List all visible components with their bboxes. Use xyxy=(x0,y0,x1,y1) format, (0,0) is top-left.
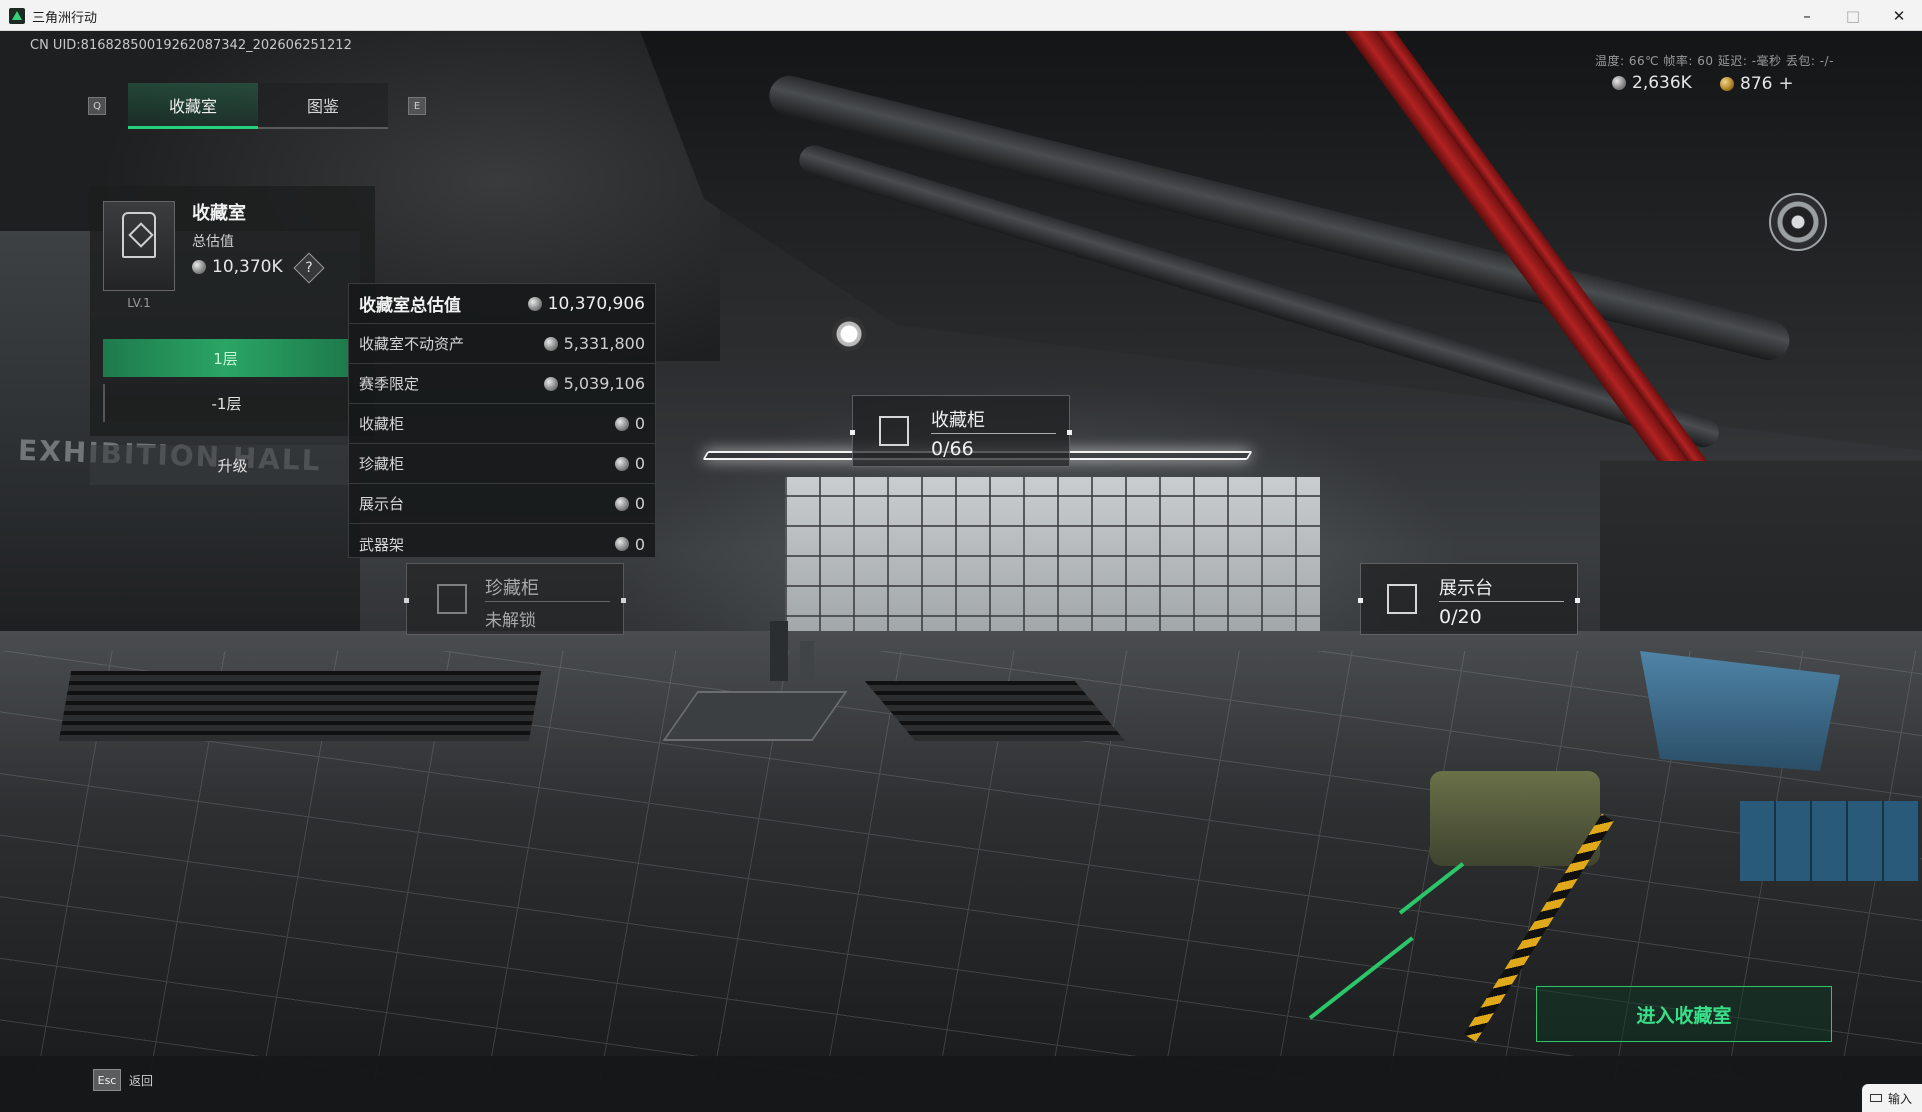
hotspot-collection-cabinet[interactable]: 收藏柜 0/66 xyxy=(850,395,1072,467)
key-hint-q: Q xyxy=(88,97,106,115)
floor-b1-button[interactable]: -1层 xyxy=(103,384,348,422)
hotspot-count: 0/20 xyxy=(1439,606,1482,628)
breakdown-label: 收藏室总估值 xyxy=(359,296,461,316)
player-uid: CN UID:8168285001926208734​2_20260625121… xyxy=(30,38,352,53)
floor-1-button[interactable]: 1层 xyxy=(103,339,348,377)
panel-subtitle: 总估值 xyxy=(192,234,234,250)
stairs xyxy=(58,671,542,741)
display-stand-icon xyxy=(1387,584,1417,614)
gold-amount: 876 xyxy=(1740,73,1773,94)
hotspot-corner xyxy=(621,598,626,603)
tab-catalog[interactable]: 图鉴 xyxy=(258,83,388,129)
breakdown-value: 0 xyxy=(634,414,645,433)
keyboard-icon xyxy=(1870,1094,1882,1102)
lockers xyxy=(1740,801,1920,881)
silver-coin-icon xyxy=(614,416,629,431)
silver-coin-icon xyxy=(527,296,542,311)
hotspot-corner xyxy=(850,430,855,435)
app-logo-icon xyxy=(9,8,25,24)
silver-currency: 2,636K xyxy=(1612,73,1692,93)
maximize-button[interactable]: □ xyxy=(1830,0,1876,31)
silver-coin-icon xyxy=(614,537,629,551)
lock-icon xyxy=(437,584,467,614)
breakdown-value: 10,370,906 xyxy=(547,293,645,314)
hotspot-corner xyxy=(1575,598,1580,603)
spotlight xyxy=(832,317,866,351)
silver-coin-icon xyxy=(1612,76,1626,90)
silver-amount: 2,636K xyxy=(1632,73,1692,93)
hotspot-corner xyxy=(1358,598,1363,603)
performance-stats: 温度: 66℃ 帧率: 60 延迟: -毫秒 丢包: -/- xyxy=(1595,54,1834,68)
silver-coin-icon xyxy=(543,376,558,391)
breakdown-row: 收藏柜 0 xyxy=(349,404,655,444)
breakdown-value: 0 xyxy=(634,534,645,554)
breakdown-row: 武器架 0 xyxy=(349,524,655,564)
hotspot-display-stand[interactable]: 展示台 0/20 xyxy=(1358,563,1580,635)
breakdown-value: 5,039,106 xyxy=(563,374,645,393)
help-icon: ? xyxy=(305,260,313,276)
cabinet-icon xyxy=(879,416,909,446)
minimize-button[interactable]: – xyxy=(1784,0,1830,31)
breakdown-label: 展示台 xyxy=(359,495,405,513)
esc-key-hint: Esc xyxy=(93,1069,121,1091)
hotspot-divider xyxy=(485,601,610,602)
silver-coin-icon xyxy=(614,456,629,471)
breakdown-value: 0 xyxy=(634,494,645,513)
total-value: 10,370K xyxy=(192,257,283,277)
hotspot-name: 收藏柜 xyxy=(931,410,985,431)
hotspot-divider xyxy=(931,433,1056,434)
silver-coin-icon xyxy=(192,260,206,274)
terminal xyxy=(800,641,814,681)
hotspot-count: 0/66 xyxy=(931,438,974,460)
breakdown-label: 赛季限定 xyxy=(359,375,420,393)
gold-currency: 876 + xyxy=(1720,73,1794,94)
breakdown-value: 5,331,800 xyxy=(563,334,645,353)
breakdown-row: 赛季限定 5,039,106 xyxy=(349,364,655,404)
bottom-bar xyxy=(0,1056,1922,1112)
key-hint-e: E xyxy=(408,97,426,115)
breakdown-row: 珍藏柜 0 xyxy=(349,444,655,484)
hotspot-divider xyxy=(1439,601,1564,602)
breakdown-row: 展示台 0 xyxy=(349,484,655,524)
silver-coin-icon xyxy=(614,496,629,511)
ime-indicator[interactable]: 输入 xyxy=(1862,1084,1922,1112)
collection-room-icon xyxy=(103,201,175,291)
total-value-amount: 10,370K xyxy=(212,257,283,277)
enter-collection-room-button[interactable]: 进入收藏室 xyxy=(1536,986,1832,1042)
close-button[interactable]: ✕ xyxy=(1876,0,1922,31)
breakdown-label: 收藏柜 xyxy=(359,415,405,433)
ime-label: 输入 xyxy=(1888,1091,1913,1106)
back-label: 返回 xyxy=(129,1073,154,1088)
gold-coin-icon xyxy=(1720,76,1734,91)
room-level: LV.1 xyxy=(127,296,151,310)
add-currency-button[interactable]: + xyxy=(1778,73,1793,94)
window-title: 三角洲行动 xyxy=(32,11,98,26)
breakdown-label: 收藏室不动资产 xyxy=(359,335,465,353)
back-button[interactable]: Esc 返回 xyxy=(93,1069,153,1091)
hotspot-name: 展示台 xyxy=(1439,578,1493,599)
breakdown-row: 收藏室总估值 10,370,906 xyxy=(349,284,655,324)
breakdown-label: 武器架 xyxy=(359,535,405,554)
hotspot-treasure-vault[interactable]: 珍藏柜 未解锁 xyxy=(404,563,626,635)
hotspot-name: 珍藏柜 xyxy=(485,578,539,599)
silver-coin-icon xyxy=(543,336,558,351)
breakdown-row: 收藏室不动资产 5,331,800 xyxy=(349,324,655,364)
player-character xyxy=(770,621,788,681)
panel-title: 收藏室 xyxy=(192,203,246,224)
tab-collection-room[interactable]: 收藏室 xyxy=(128,83,258,129)
hotspot-corner xyxy=(1067,430,1072,435)
settings-gear-icon[interactable] xyxy=(1769,193,1827,251)
hotspot-corner xyxy=(404,598,409,603)
breakdown-value: 0 xyxy=(634,454,645,473)
equipment-crate xyxy=(1430,771,1600,866)
cabinet-wall xyxy=(785,477,1320,647)
value-breakdown-popup: 收藏室总估值 10,370,906 收藏室不动资产 5,331,800 赛季限定… xyxy=(348,283,656,558)
window-titlebar: 三角洲行动 – □ ✕ xyxy=(0,0,1922,31)
game-scene: CN UID:8168285001926208734​2_20260625121… xyxy=(0,31,1922,1112)
upgrade-button[interactable]: 升级 xyxy=(90,445,375,485)
hotspot-status: 未解锁 xyxy=(485,611,536,631)
breakdown-label: 珍藏柜 xyxy=(359,455,405,473)
